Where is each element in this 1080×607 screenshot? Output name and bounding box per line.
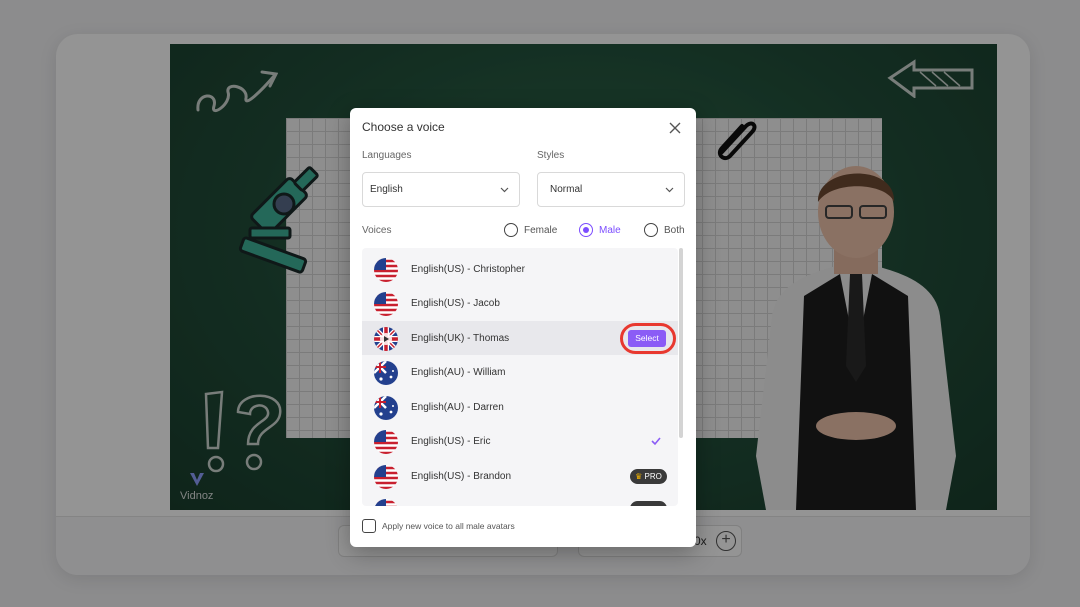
languages-label: Languages [362,150,412,161]
voices-label: Voices [362,225,392,236]
voice-row-william[interactable]: English(AU) - William [362,355,678,389]
choose-voice-dialog: Choose a voice Languages Styles English … [350,108,696,547]
radio-male[interactable]: Male [579,223,621,237]
select-voice-button[interactable]: Select [628,330,666,347]
voice-label: English(US) - Christopher [411,264,525,275]
style-select[interactable]: Normal [537,172,685,207]
radio-circle [504,223,518,237]
apply-all-label: Apply new voice to all male avatars [382,521,515,531]
radio-female-label: Female [524,224,558,236]
us-flag-icon [374,430,398,454]
voice-row-eric[interactable]: English(US) - Eric [362,424,678,458]
radio-female[interactable]: Female [504,223,557,237]
uk-flag-icon [374,327,398,351]
styles-label: Styles [537,150,565,161]
voice-row-thomas[interactable]: English(UK) - Thomas Select [362,321,678,355]
us-flag-icon [374,292,398,316]
voice-label: English(US) - Jacob [411,298,500,309]
radio-circle [644,223,658,237]
us-flag-icon [374,499,398,506]
voice-row-partial[interactable] [362,493,678,506]
language-select[interactable]: English [362,172,520,207]
style-select-value: Normal [550,184,583,195]
chevron-down-icon [500,187,509,193]
au-flag-icon [374,396,398,420]
voice-row-brandon[interactable]: English(US) - Brandon ♛ PRO [362,459,678,493]
language-select-value: English [370,184,403,195]
voice-label: English(AU) - Darren [411,402,504,413]
us-flag-icon [374,465,398,489]
voice-label: English(AU) - William [411,367,506,378]
radio-circle [579,223,593,237]
voice-label: English(US) - Brandon [411,471,512,482]
pro-badge: ♛ PRO [630,469,667,484]
voice-label: English(UK) - Thomas [411,333,510,344]
radio-male-label: Male [599,224,621,236]
check-icon [651,437,661,446]
radio-both-label: Both [664,224,685,236]
pro-badge-text: PRO [644,472,662,481]
voice-label: English(US) - Eric [411,436,491,447]
close-icon[interactable] [668,121,682,135]
us-flag-icon [374,258,398,282]
voice-list[interactable]: English(US) - Christopher English(US) - … [362,248,678,506]
radio-both[interactable]: Both [644,223,685,237]
voice-list-scrollbar[interactable] [679,248,683,438]
crown-icon: ♛ [635,472,643,481]
apply-all-checkbox[interactable] [362,519,376,533]
au-flag-icon [374,361,398,385]
chevron-down-icon [665,187,674,193]
pro-badge [630,501,667,506]
voice-row-christopher[interactable]: English(US) - Christopher [362,252,678,286]
dialog-title: Choose a voice [362,120,445,134]
voice-row-darren[interactable]: English(AU) - Darren [362,390,678,424]
voice-row-jacob[interactable]: English(US) - Jacob [362,286,678,320]
